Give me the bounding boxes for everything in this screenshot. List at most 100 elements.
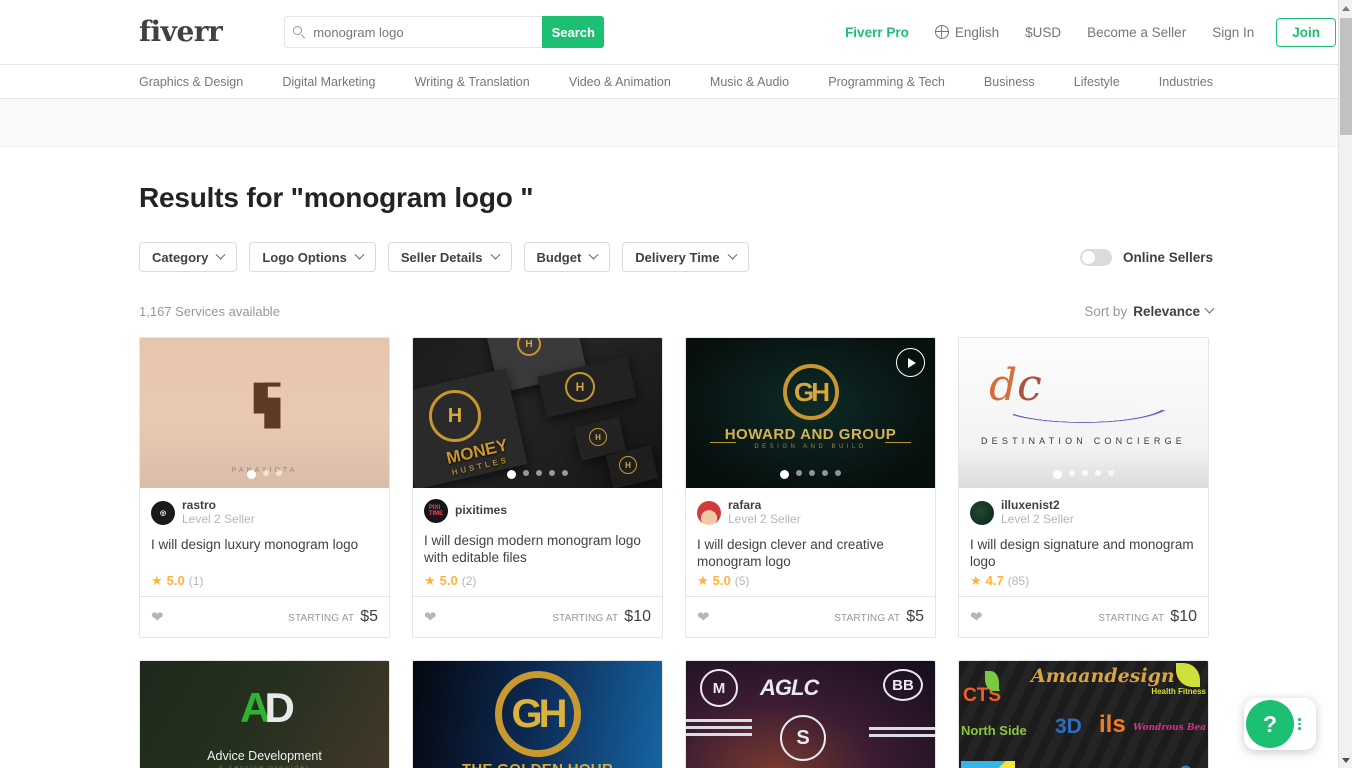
heart-icon[interactable]: ❤ [697,610,710,625]
subheader-band [0,99,1352,147]
seller-name: rastro [182,498,217,512]
search-input[interactable] [313,24,535,40]
scroll-down-arrow[interactable] [1339,752,1353,768]
gig-thumbnail[interactable]: ▉▔▕█ PANAYIOTA [140,338,389,488]
nav-item-lifestyle[interactable]: Lifestyle [1074,75,1120,89]
gig-thumbnail-monogram: ▉▔ ▕█ [253,384,280,430]
nav-item-business[interactable]: Business [984,75,1035,89]
gig-thumbnail[interactable]: dc DESTINATION CONCIERGE [959,338,1208,488]
chevron-down-icon [1204,303,1215,314]
gig-card-footer: ❤ STARTING AT $10 [959,596,1208,637]
page-title: Results for "monogram logo " [139,182,534,213]
chevron-down-icon [354,249,365,260]
nav-item-music-audio[interactable]: Music & Audio [710,75,789,89]
nav-item-programming-tech[interactable]: Programming & Tech [828,75,945,89]
rating-count: (2) [461,573,477,588]
filter-category-label: Category [152,249,209,265]
filter-logo-options[interactable]: Logo Options [249,242,376,272]
gig-card[interactable]: GH THE GOLDEN HOUR Airbrush Tanning [412,660,663,768]
thumb-leaf-icon-2 [1176,663,1200,687]
join-button[interactable]: Join [1276,17,1336,47]
sort-dropdown[interactable]: Sort by Relevance [1084,303,1215,319]
thumb-logo-6: ils [1099,711,1126,738]
heart-icon[interactable]: ❤ [970,610,983,625]
nav-item-graphics-design[interactable]: Graphics & Design [139,75,243,89]
seller-level: Level 2 Seller [182,511,255,526]
avatar [970,500,994,525]
scroll-up-arrow[interactable] [1339,0,1353,16]
help-widget[interactable]: ? [1244,698,1316,750]
seller-level: Level 2 Seller [728,511,801,526]
gig-title[interactable]: I will design signature and monogram log… [970,536,1197,571]
play-icon[interactable] [896,348,925,377]
filter-seller-details[interactable]: Seller Details [387,242,512,272]
currency-selector[interactable]: $USD [1025,25,1061,40]
language-selector[interactable]: English [934,24,1000,40]
thumb-stripes-left [686,719,752,722]
gig-card[interactable]: M AGLC BB S ΣRAЗ Swindoli [685,660,936,768]
help-icon[interactable]: ? [1246,700,1294,748]
gig-thumbnail[interactable]: AD Advice Development A service provider [140,661,389,768]
scrollbar-thumb[interactable] [1340,18,1352,135]
online-sellers-toggle[interactable] [1079,248,1112,266]
gig-card[interactable]: ▉▔▕█ PANAYIOTA ◎ rastro Level 2 Seller [139,337,390,638]
seller-info[interactable]: rafara Level 2 Seller [697,498,924,527]
main-content: Results for "monogram logo " Category Lo… [0,182,1352,768]
filter-bar: Category Logo Options Seller Details Bud… [139,242,1213,272]
online-sellers-label: Online Sellers [1122,249,1213,265]
gig-card[interactable]: CTS Amaandesign Health Fitness North Sid… [958,660,1209,768]
page-scrollbar[interactable] [1338,0,1352,768]
nav-item-video-animation[interactable]: Video & Animation [569,75,671,89]
thumb-logo-4: S [780,715,826,761]
gig-thumbnail[interactable]: H H H H H MONEY HUSTLES [413,338,662,488]
nav-item-writing-translation[interactable]: Writing & Translation [415,75,530,89]
carousel-dots[interactable] [413,470,662,479]
seller-info[interactable]: PIXI TIME pixitimes [424,499,651,523]
filter-delivery-time[interactable]: Delivery Time [622,242,749,272]
carousel-dots[interactable] [140,470,389,479]
gig-thumbnail-caption: HOWARD AND GROUP [724,426,897,443]
nav-item-digital-marketing[interactable]: Digital Marketing [282,75,375,89]
gig-thumbnail-caption: THE GOLDEN HOUR [413,761,662,768]
site-header: fiverr Search Fiverr Pro English $USD Be… [0,0,1352,64]
carousel-dots[interactable] [959,470,1208,479]
gig-card-body: rafara Level 2 Seller I will design clev… [686,488,935,596]
gig-card[interactable]: GH HOWARD AND GROUP DESIGN AND BUILD raf… [685,337,936,638]
price-value: $10 [1170,608,1197,625]
gig-card-body: ◎ rastro Level 2 Seller I will design lu… [140,488,389,596]
gig-thumbnail[interactable]: M AGLC BB S ΣRAЗ Swindoli [686,661,935,768]
nav-item-industries[interactable]: Industries [1159,75,1213,89]
sort-value: Relevance [1133,304,1200,319]
seller-info[interactable]: ◎ rastro Level 2 Seller [151,498,378,527]
gig-title[interactable]: I will design luxury monogram logo [151,536,378,553]
fiverr-pro-link[interactable]: Fiverr Pro [845,25,909,40]
price-value: $10 [624,608,651,625]
filter-delivery-time-label: Delivery Time [635,249,720,265]
search-input-wrap[interactable] [284,16,543,48]
heart-icon[interactable]: ❤ [151,610,164,625]
become-a-seller-link[interactable]: Become a Seller [1087,25,1186,40]
carousel-dots[interactable] [686,470,935,479]
thumb-logo-3: Health Fitness [1151,687,1206,696]
heart-icon[interactable]: ❤ [424,610,437,625]
gig-card[interactable]: AD Advice Development A service provider [139,660,390,768]
filter-budget[interactable]: Budget [523,242,611,272]
gig-card[interactable]: H H H H H MONEY HUSTLES PIXI TIME pixiti… [412,337,663,638]
search-button[interactable]: Search [542,16,605,48]
language-label: English [954,24,1000,40]
gig-thumbnail[interactable]: GH THE GOLDEN HOUR Airbrush Tanning [413,661,662,768]
seller-info[interactable]: illuxenist2 Level 2 Seller [970,498,1197,527]
gig-title[interactable]: I will design clever and creative monogr… [697,536,924,571]
price-value: $5 [360,608,378,625]
star-icon: ★ [424,573,436,588]
gig-thumbnail-monogram: GH [494,671,581,757]
sign-in-link[interactable]: Sign In [1212,25,1254,40]
gig-thumbnail[interactable]: CTS Amaandesign Health Fitness North Sid… [959,661,1208,768]
gig-card[interactable]: dc DESTINATION CONCIERGE illuxenist2 Lev… [958,337,1209,638]
gig-title[interactable]: I will design modern monogram logo with … [424,532,651,567]
fiverr-logo[interactable]: fiverr [139,18,223,46]
gig-thumbnail[interactable]: GH HOWARD AND GROUP DESIGN AND BUILD [686,338,935,488]
filter-category[interactable]: Category [139,242,238,272]
star-icon: ★ [151,573,163,588]
help-more-options-icon[interactable] [1298,718,1301,730]
